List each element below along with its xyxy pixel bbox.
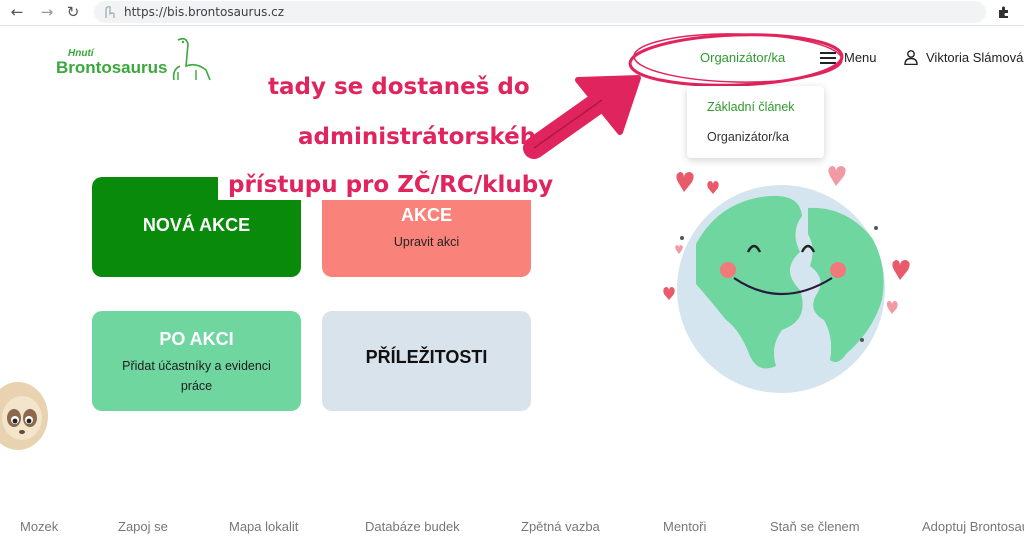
footer-link-zpetna-vazba[interactable]: Zpětná vazba [521,519,600,534]
card-title: NOVÁ AKCE [142,215,251,235]
address-bar[interactable]: https://bis.brontosaurus.cz [94,1,986,23]
dinosaur-icon [172,37,211,81]
smiling-earth-illustration [663,166,910,393]
annotation-line-3: přístupu pro ZČ/RC/kluby [218,170,564,200]
browser-toolbar: ← → ↻ https://bis.brontosaurus.cz [0,0,1024,26]
page: ← → ↻ https://bis.brontosaurus.cz Hnutí … [0,0,1024,537]
forward-arrow-icon[interactable]: → [38,3,56,21]
site-info-icon[interactable] [102,4,118,20]
card-subtitle: Přidat účastníky a evidenci práce [122,359,271,393]
annotation-line-1: tady se dostaneš do [258,72,540,102]
back-arrow-icon[interactable]: ← [8,3,26,21]
organizer-dropdown: Základní článek Organizátor/ka [687,86,824,158]
footer-link-adoptuj-brontosaura[interactable]: Adoptuj Brontosaura [922,519,1024,534]
brontosaurus-logo[interactable]: Hnutí Brontosaurus [56,36,216,84]
after-event-card[interactable]: PO AKCI Přidat účastníky a evidenci prác… [92,311,301,411]
sloth-mascot-icon[interactable] [0,378,52,450]
logo-big-text: Brontosaurus [56,58,168,77]
opportunities-card[interactable]: PŘÍLEŽITOSTI [322,311,531,411]
footer-link-stan-se-clenem[interactable]: Staň se členem [770,519,860,534]
menu-label: Menu [844,50,877,65]
footer-link-zapoj-se[interactable]: Zapoj se [118,519,168,534]
footer-link-mozek[interactable]: Mozek [20,519,58,534]
footer-link-databaze-budek[interactable]: Databáze budek [365,519,460,534]
user-menu[interactable]: Viktoria Slámová [904,50,1023,65]
puzzle-icon[interactable] [996,4,1012,20]
card-title: PO AKCI [159,329,234,349]
footer-link-mentori[interactable]: Mentoři [663,519,706,534]
reload-icon[interactable]: ↻ [64,3,82,21]
card-title: PŘÍLEŽITOSTI [365,347,488,367]
url-text: https://bis.brontosaurus.cz [124,5,285,19]
footer-link-mapa-lokalit[interactable]: Mapa lokalit [229,519,298,534]
card-subtitle: Upravit akci [393,235,460,249]
highlight-ellipse [628,33,844,87]
user-icon [904,50,918,65]
card-title: AKCE [400,205,452,225]
dropdown-item-organizator[interactable]: Organizátor/ka [707,130,789,144]
annotation-arrow-icon [523,75,641,159]
user-name: Viktoria Slámová [926,50,1024,65]
dropdown-item-zakladni-clanek[interactable]: Základní článek [707,100,795,114]
